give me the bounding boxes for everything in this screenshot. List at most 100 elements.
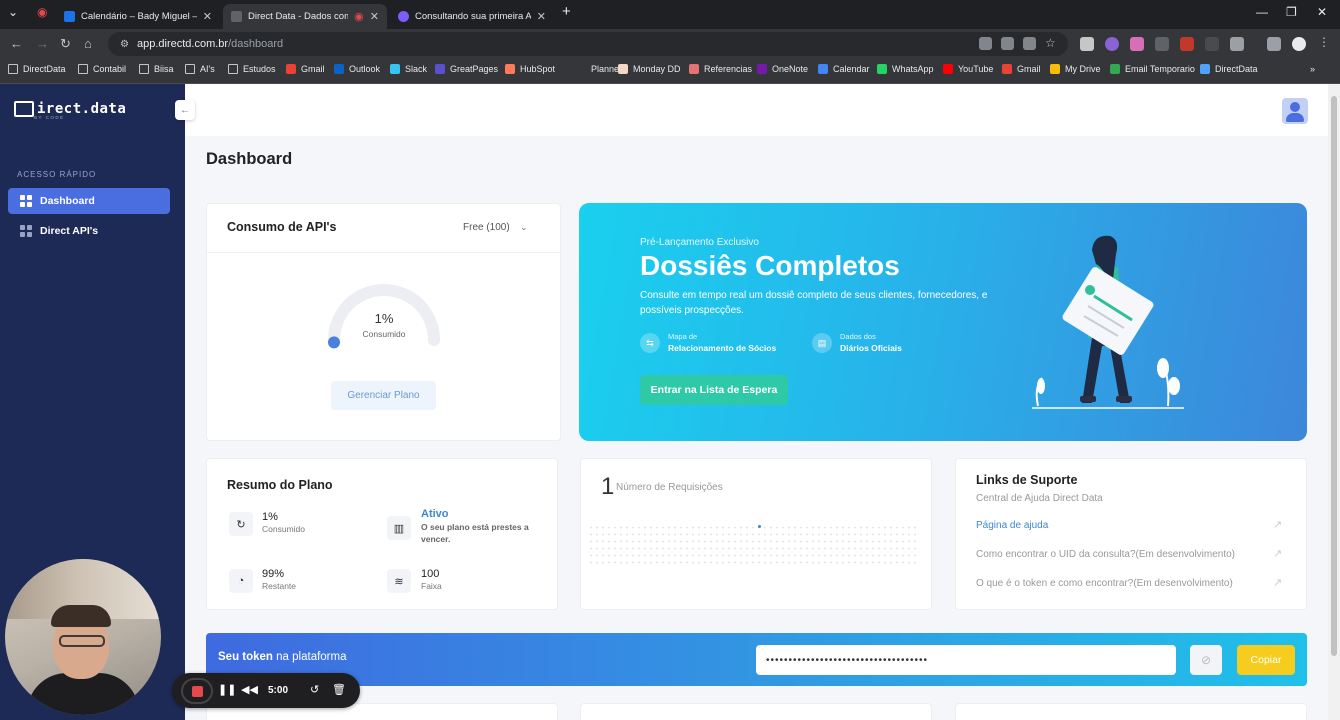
bookmark-calendar[interactable]: Calendar (818, 64, 870, 74)
bookmark-contabil[interactable]: Contabil (78, 64, 126, 74)
extension-icon[interactable] (1155, 37, 1169, 51)
plan-status: Ativo (421, 508, 449, 520)
person-hair (51, 605, 111, 627)
tab-search-icon[interactable]: ⌄ (8, 5, 18, 19)
back-icon[interactable]: ← (10, 36, 23, 51)
bookmark-referencias[interactable]: Referencias (689, 64, 752, 74)
maximize-icon[interactable]: ❐ (1286, 5, 1297, 19)
requests-count: 1 (601, 473, 615, 500)
trash-icon[interactable]: 🗑 (332, 683, 346, 696)
bookmark-email-temporario[interactable]: Email Temporario (1110, 64, 1195, 74)
extension-icon[interactable] (1105, 37, 1119, 51)
sidebar-item-direct-apis[interactable]: Direct API's (8, 218, 170, 244)
token-input[interactable] (756, 645, 1176, 675)
bookmark-label: Gmail (301, 64, 325, 74)
bookmark-my-drive[interactable]: My Drive (1050, 64, 1101, 74)
restart-icon[interactable]: ↺ (310, 683, 319, 696)
bookmark-youtube[interactable]: YouTube (943, 64, 993, 74)
rewind-icon[interactable]: ◀◀ (241, 683, 258, 696)
extension-icon[interactable] (1130, 37, 1144, 51)
bookmark-directdata[interactable]: DirectData (8, 64, 66, 74)
bookmark-label: DirectData (23, 64, 66, 74)
logo[interactable]: irect.data (14, 101, 126, 117)
sidepanel-icon[interactable] (1267, 37, 1281, 51)
external-link-icon[interactable]: ↗ (1273, 547, 1285, 560)
sidebar-item-dashboard[interactable]: Dashboard (8, 188, 170, 214)
plan-select[interactable]: Free (100) (463, 222, 510, 233)
new-tab-icon[interactable]: + (562, 3, 571, 20)
close-icon[interactable]: ✕ (537, 10, 546, 23)
more-bookmarks-icon[interactable]: » (1310, 64, 1315, 74)
drive-icon (1050, 64, 1060, 74)
bookmark-label: AI's (200, 64, 215, 74)
banner-eyebrow: Pré-Lançamento Exclusivo (640, 237, 759, 248)
bookmark-label: OneNote (772, 64, 809, 74)
bookmark-gmail[interactable]: Gmail (286, 64, 325, 74)
whatsapp-icon (877, 64, 887, 74)
bookmark-gmail[interactable]: Gmail (1002, 64, 1041, 74)
window-close-icon[interactable]: ✕ (1317, 5, 1327, 19)
close-icon[interactable]: ✕ (370, 10, 379, 23)
stop-recording-button[interactable] (181, 678, 213, 704)
bookmark-estudos[interactable]: Estudos (228, 64, 276, 74)
minimize-icon[interactable]: — (1256, 5, 1268, 19)
home-icon[interactable]: ⌂ (84, 36, 92, 51)
extensions-puzzle-icon[interactable] (1230, 37, 1244, 51)
tab-calendario[interactable]: Calendário – Bady Miguel – Ou ✕ (56, 4, 220, 29)
bookmark-planner[interactable]: Planner (576, 64, 622, 74)
tab-direct-data[interactable]: Direct Data - Dados com Ve ◉ ✕ (223, 4, 387, 29)
tab-consultando-api[interactable]: Consultando sua primeira API n ✕ (390, 4, 554, 29)
onenote-icon (757, 64, 767, 74)
bookmark-greatpages[interactable]: GreatPages (435, 64, 498, 74)
bookmark-hubspot[interactable]: HubSpot (505, 64, 555, 74)
address-bar[interactable]: ⚙ app.directd.com.br/dashboard ☆ (108, 32, 1068, 56)
menu-icon[interactable]: ⋮ (1318, 35, 1332, 49)
extension-icon[interactable] (1180, 37, 1194, 51)
forward-icon[interactable]: → (36, 36, 49, 51)
bookmark-star-icon[interactable]: ☆ (1045, 37, 1058, 50)
link-pagina-ajuda[interactable]: Página de ajuda (976, 520, 1048, 531)
waitlist-button[interactable]: Entrar na Lista de Espera (640, 375, 788, 405)
external-link-icon[interactable]: ↗ (1273, 518, 1285, 531)
feature-label: Dados dos (840, 332, 876, 341)
bookmark-directdata[interactable]: DirectData (1200, 64, 1258, 74)
bookmark-whatsapp[interactable]: WhatsApp (877, 64, 934, 74)
hide-token-icon[interactable]: ⊘ (1190, 645, 1222, 675)
email-temp-icon (1110, 64, 1120, 74)
reload-icon[interactable]: ↻ (60, 36, 71, 52)
pen-extension-icon[interactable] (1080, 37, 1094, 51)
gauge-value: 1% (374, 311, 394, 326)
scrollbar-thumb[interactable] (1331, 96, 1337, 656)
chevron-down-icon[interactable]: ⌄ (520, 222, 528, 233)
site-info-icon[interactable]: ⚙ (120, 39, 129, 50)
tab-title: Consultando sua primeira API n (415, 11, 531, 22)
bookmark-slack[interactable]: Slack (390, 64, 427, 74)
bookmark-monday-dd[interactable]: Monday DD (618, 64, 681, 74)
bookmark-ai-s[interactable]: AI's (185, 64, 215, 74)
page-scrollbar[interactable] (1328, 84, 1340, 720)
bookmark-label: YouTube (958, 64, 994, 74)
url-host: app.directd.com.br (136, 38, 229, 50)
pause-icon[interactable]: ❚❚ (218, 683, 236, 696)
link-token[interactable]: O que é o token e como encontrar?(Em des… (976, 578, 1233, 589)
url-path: /dashboard (228, 38, 284, 50)
external-link-icon[interactable]: ↗ (1273, 576, 1285, 589)
cast-icon[interactable] (979, 37, 992, 50)
profile-icon[interactable] (1292, 37, 1306, 51)
user-avatar-icon[interactable] (1282, 98, 1308, 124)
bookmark-onenote[interactable]: OneNote (757, 64, 808, 74)
bookmark-outlook[interactable]: Outlook (334, 64, 380, 74)
close-icon[interactable]: ✕ (203, 10, 212, 23)
manage-plan-button[interactable]: Gerenciar Plano (331, 381, 436, 410)
bookmark-biisa[interactable]: Biisa (139, 64, 174, 74)
translate-icon[interactable] (1023, 37, 1036, 50)
bookmarks-bar: DirectData Contabil Biisa AI's Estudos Gmail O… (0, 59, 1340, 84)
feature-label: Mapa de (668, 332, 698, 341)
password-key-icon[interactable] (1001, 37, 1014, 50)
tab-title: Calendário – Bady Miguel – Ou (81, 11, 197, 22)
link-uid-consulta[interactable]: Como encontrar o UID da consulta?(Em des… (976, 549, 1235, 560)
sidebar-item-label: Direct API's (40, 225, 99, 237)
extension-icon[interactable] (1205, 37, 1219, 51)
copy-token-button[interactable]: Copiar (1237, 645, 1295, 675)
sidebar-collapse-button[interactable]: ← (175, 100, 195, 120)
